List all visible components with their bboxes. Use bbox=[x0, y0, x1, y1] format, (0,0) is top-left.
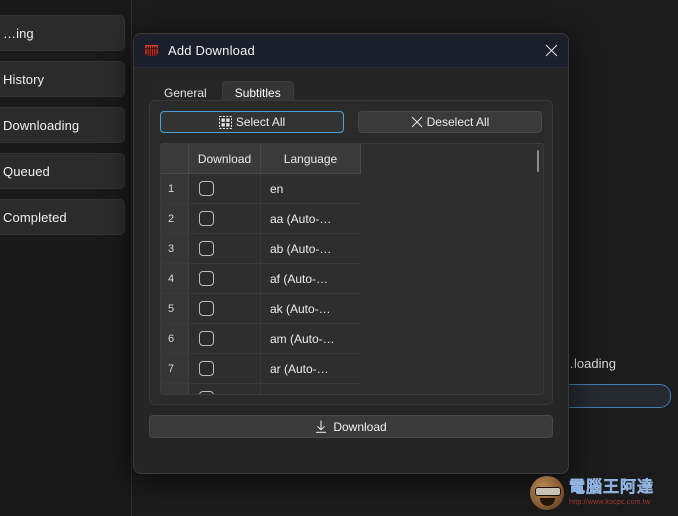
download-checkbox[interactable] bbox=[199, 211, 214, 226]
table-row[interactable]: 6 am (Auto-… bbox=[161, 324, 361, 354]
row-index: 3 bbox=[161, 234, 189, 263]
close-x-icon bbox=[411, 116, 423, 128]
select-all-grid-icon bbox=[219, 116, 232, 129]
language-cell: ar (Auto-… bbox=[261, 354, 361, 383]
close-icon[interactable] bbox=[538, 38, 564, 63]
dialog-title: Add Download bbox=[168, 43, 255, 58]
watermark-avatar-icon bbox=[530, 476, 564, 510]
watermark-url: http://www.kocpc.com.tw bbox=[569, 499, 654, 506]
sidebar-item-label: …ing bbox=[3, 26, 34, 41]
background-partial-label: …loading bbox=[561, 356, 616, 371]
download-checkbox-cell[interactable] bbox=[189, 174, 261, 203]
sidebar-item-label: Queued bbox=[3, 164, 50, 179]
subtitles-table: Download Language 1 en 2 aa (Auto-… 3 ab (Aut… bbox=[160, 143, 544, 395]
download-checkbox[interactable] bbox=[199, 361, 214, 376]
table-vertical-scrollbar[interactable] bbox=[536, 148, 540, 392]
table-row[interactable]: 5 ak (Auto-… bbox=[161, 294, 361, 324]
column-header-index bbox=[161, 144, 189, 173]
column-header-language[interactable]: Language bbox=[261, 144, 361, 173]
download-checkbox-cell[interactable] bbox=[189, 384, 261, 395]
download-checkbox-cell[interactable] bbox=[189, 234, 261, 263]
language-cell: en bbox=[261, 174, 361, 203]
table-row[interactable]: 4 af (Auto-… bbox=[161, 264, 361, 294]
action-button-row: Select All Deselect All bbox=[160, 111, 542, 133]
download-checkbox-cell[interactable] bbox=[189, 324, 261, 353]
download-checkbox[interactable] bbox=[199, 271, 214, 286]
sidebar-item-0[interactable]: …ing bbox=[0, 15, 125, 51]
row-index: 5 bbox=[161, 294, 189, 323]
deselect-all-label: Deselect All bbox=[427, 115, 490, 129]
language-cell: ak (Auto-… bbox=[261, 294, 361, 323]
sidebar-item-label: History bbox=[3, 72, 44, 87]
download-button[interactable]: Download bbox=[149, 415, 553, 438]
language-cell: aa (Auto-… bbox=[261, 204, 361, 233]
table-row[interactable]: 8 as (Auto-… bbox=[161, 384, 361, 395]
language-cell: am (Auto-… bbox=[261, 324, 361, 353]
language-cell: af (Auto-… bbox=[261, 264, 361, 293]
row-index: 4 bbox=[161, 264, 189, 293]
application-window: …ing History Downloading Queued Complete… bbox=[0, 0, 678, 516]
sidebar-item-label: Completed bbox=[3, 210, 67, 225]
deselect-all-button[interactable]: Deselect All bbox=[358, 111, 542, 133]
table-header-row: Download Language bbox=[161, 144, 361, 174]
sidebar-item-downloading[interactable]: Downloading bbox=[0, 107, 125, 143]
download-checkbox[interactable] bbox=[199, 391, 214, 395]
grid-red-icon bbox=[144, 44, 159, 58]
download-checkbox-cell[interactable] bbox=[189, 354, 261, 383]
table-row[interactable]: 3 ab (Auto-… bbox=[161, 234, 361, 264]
sidebar-item-label: Downloading bbox=[3, 118, 79, 133]
row-index: 2 bbox=[161, 204, 189, 233]
download-checkbox[interactable] bbox=[199, 181, 214, 196]
download-checkbox-cell[interactable] bbox=[189, 204, 261, 233]
table-body: 1 en 2 aa (Auto-… 3 ab (Auto-… 4 af (Auto-… 5 ak … bbox=[161, 174, 361, 395]
dialog-title-bar: Add Download bbox=[134, 34, 568, 68]
download-checkbox[interactable] bbox=[199, 331, 214, 346]
download-checkbox[interactable] bbox=[199, 241, 214, 256]
language-cell: as (Auto-… bbox=[261, 384, 361, 395]
sidebar-item-queued[interactable]: Queued bbox=[0, 153, 125, 189]
table-row[interactable]: 1 en bbox=[161, 174, 361, 204]
table-row[interactable]: 2 aa (Auto-… bbox=[161, 204, 361, 234]
tab-label: Subtitles bbox=[235, 86, 281, 100]
row-index: 8 bbox=[161, 384, 189, 395]
watermark-title: 電腦王阿達 bbox=[569, 480, 654, 496]
download-arrow-icon bbox=[315, 420, 327, 433]
sidebar: …ing History Downloading Queued Complete… bbox=[0, 0, 132, 516]
scrollbar-thumb[interactable] bbox=[537, 150, 539, 172]
download-checkbox-cell[interactable] bbox=[189, 294, 261, 323]
select-all-button[interactable]: Select All bbox=[160, 111, 344, 133]
row-index: 1 bbox=[161, 174, 189, 203]
sidebar-item-completed[interactable]: Completed bbox=[0, 199, 125, 235]
language-cell: ab (Auto-… bbox=[261, 234, 361, 263]
row-index: 6 bbox=[161, 324, 189, 353]
sidebar-item-history[interactable]: History bbox=[0, 61, 125, 97]
row-index: 7 bbox=[161, 354, 189, 383]
download-checkbox-cell[interactable] bbox=[189, 264, 261, 293]
watermark: 電腦王阿達 http://www.kocpc.com.tw bbox=[530, 474, 673, 511]
add-download-dialog: Add Download General Subtitles bbox=[133, 33, 569, 474]
download-checkbox[interactable] bbox=[199, 301, 214, 316]
subtitles-panel: Select All Deselect All Download Languag… bbox=[149, 100, 553, 405]
tab-label: General bbox=[164, 86, 207, 100]
table-row[interactable]: 7 ar (Auto-… bbox=[161, 354, 361, 384]
select-all-label: Select All bbox=[236, 115, 285, 129]
watermark-text: 電腦王阿達 http://www.kocpc.com.tw bbox=[569, 480, 654, 506]
table-grid: Download Language 1 en 2 aa (Auto-… 3 ab (Aut… bbox=[161, 144, 361, 395]
column-header-download[interactable]: Download bbox=[189, 144, 261, 173]
download-button-label: Download bbox=[333, 420, 386, 434]
